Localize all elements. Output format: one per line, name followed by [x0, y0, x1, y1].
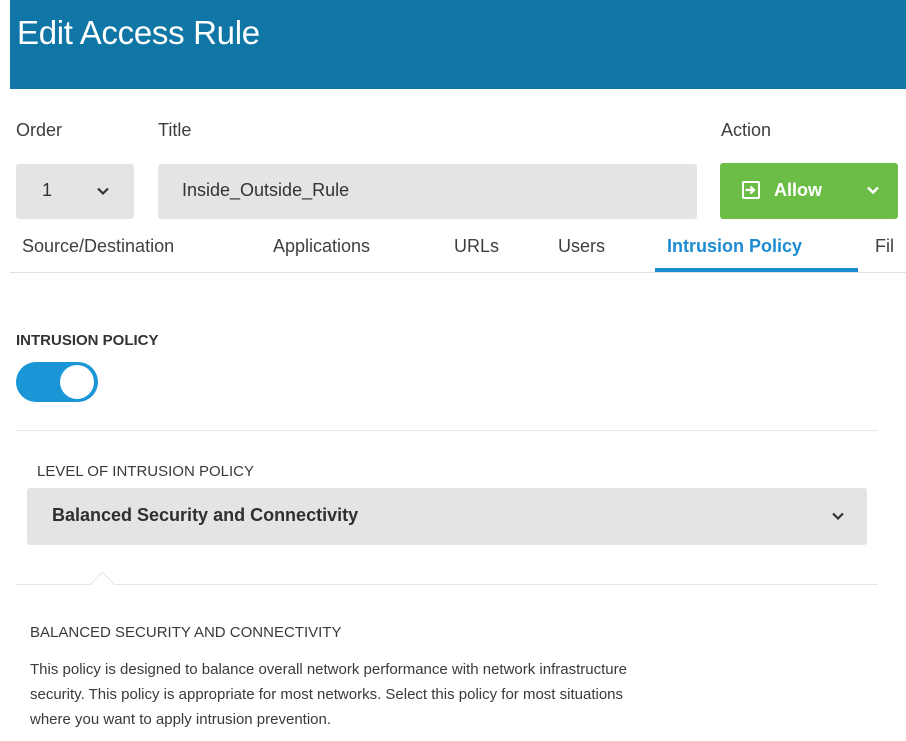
order-value: 1 — [42, 180, 53, 200]
level-value: Balanced Security and Connectivity — [52, 505, 359, 525]
action-label: Action — [721, 120, 772, 140]
description-title: BALANCED SECURITY AND CONNECTIVITY — [30, 624, 342, 641]
title-input[interactable]: Inside_Outside_Rule — [158, 164, 697, 219]
chevron-down-icon — [866, 181, 880, 202]
toggle-knob — [60, 365, 94, 399]
description-text: This policy is designed to balance overa… — [30, 657, 870, 732]
tab-applications[interactable]: Applications — [273, 236, 370, 257]
description-pointer — [90, 571, 115, 596]
dialog-title: Edit Access Rule — [17, 14, 260, 51]
chevron-down-icon — [831, 507, 845, 528]
order-select[interactable]: 1 — [16, 164, 134, 219]
action-allow-button[interactable]: Allow — [720, 163, 898, 219]
description-line: security. This policy is appropriate for… — [30, 686, 624, 703]
description-line: This policy is designed to balance overa… — [30, 661, 627, 678]
tab-source-destination[interactable]: Source/Destination — [22, 236, 174, 257]
title-value: Inside_Outside_Rule — [182, 180, 350, 200]
chevron-down-icon — [96, 182, 110, 203]
intrusion-policy-heading: INTRUSION POLICY — [16, 332, 159, 349]
enter-arrow-icon — [742, 181, 760, 199]
description-line: where you want to apply intrusion preven… — [30, 711, 332, 728]
active-tab-indicator — [655, 268, 858, 272]
rule-tabs: Source/Destination Applications URLs Use… — [10, 225, 906, 273]
tab-file-policy[interactable]: Fil — [875, 236, 894, 257]
action-value: Allow — [774, 180, 822, 200]
order-label: Order — [16, 120, 63, 140]
description-divider — [16, 584, 878, 585]
tab-intrusion-policy[interactable]: Intrusion Policy — [667, 236, 802, 257]
title-label: Title — [158, 120, 192, 140]
dialog-header: Edit Access Rule — [10, 0, 906, 89]
level-select[interactable]: Balanced Security and Connectivity — [27, 488, 867, 545]
tab-urls[interactable]: URLs — [454, 236, 499, 257]
intrusion-policy-toggle[interactable] — [16, 362, 98, 402]
tab-users[interactable]: Users — [558, 236, 605, 257]
level-label: LEVEL OF INTRUSION POLICY — [37, 463, 254, 480]
section-divider — [16, 430, 878, 431]
